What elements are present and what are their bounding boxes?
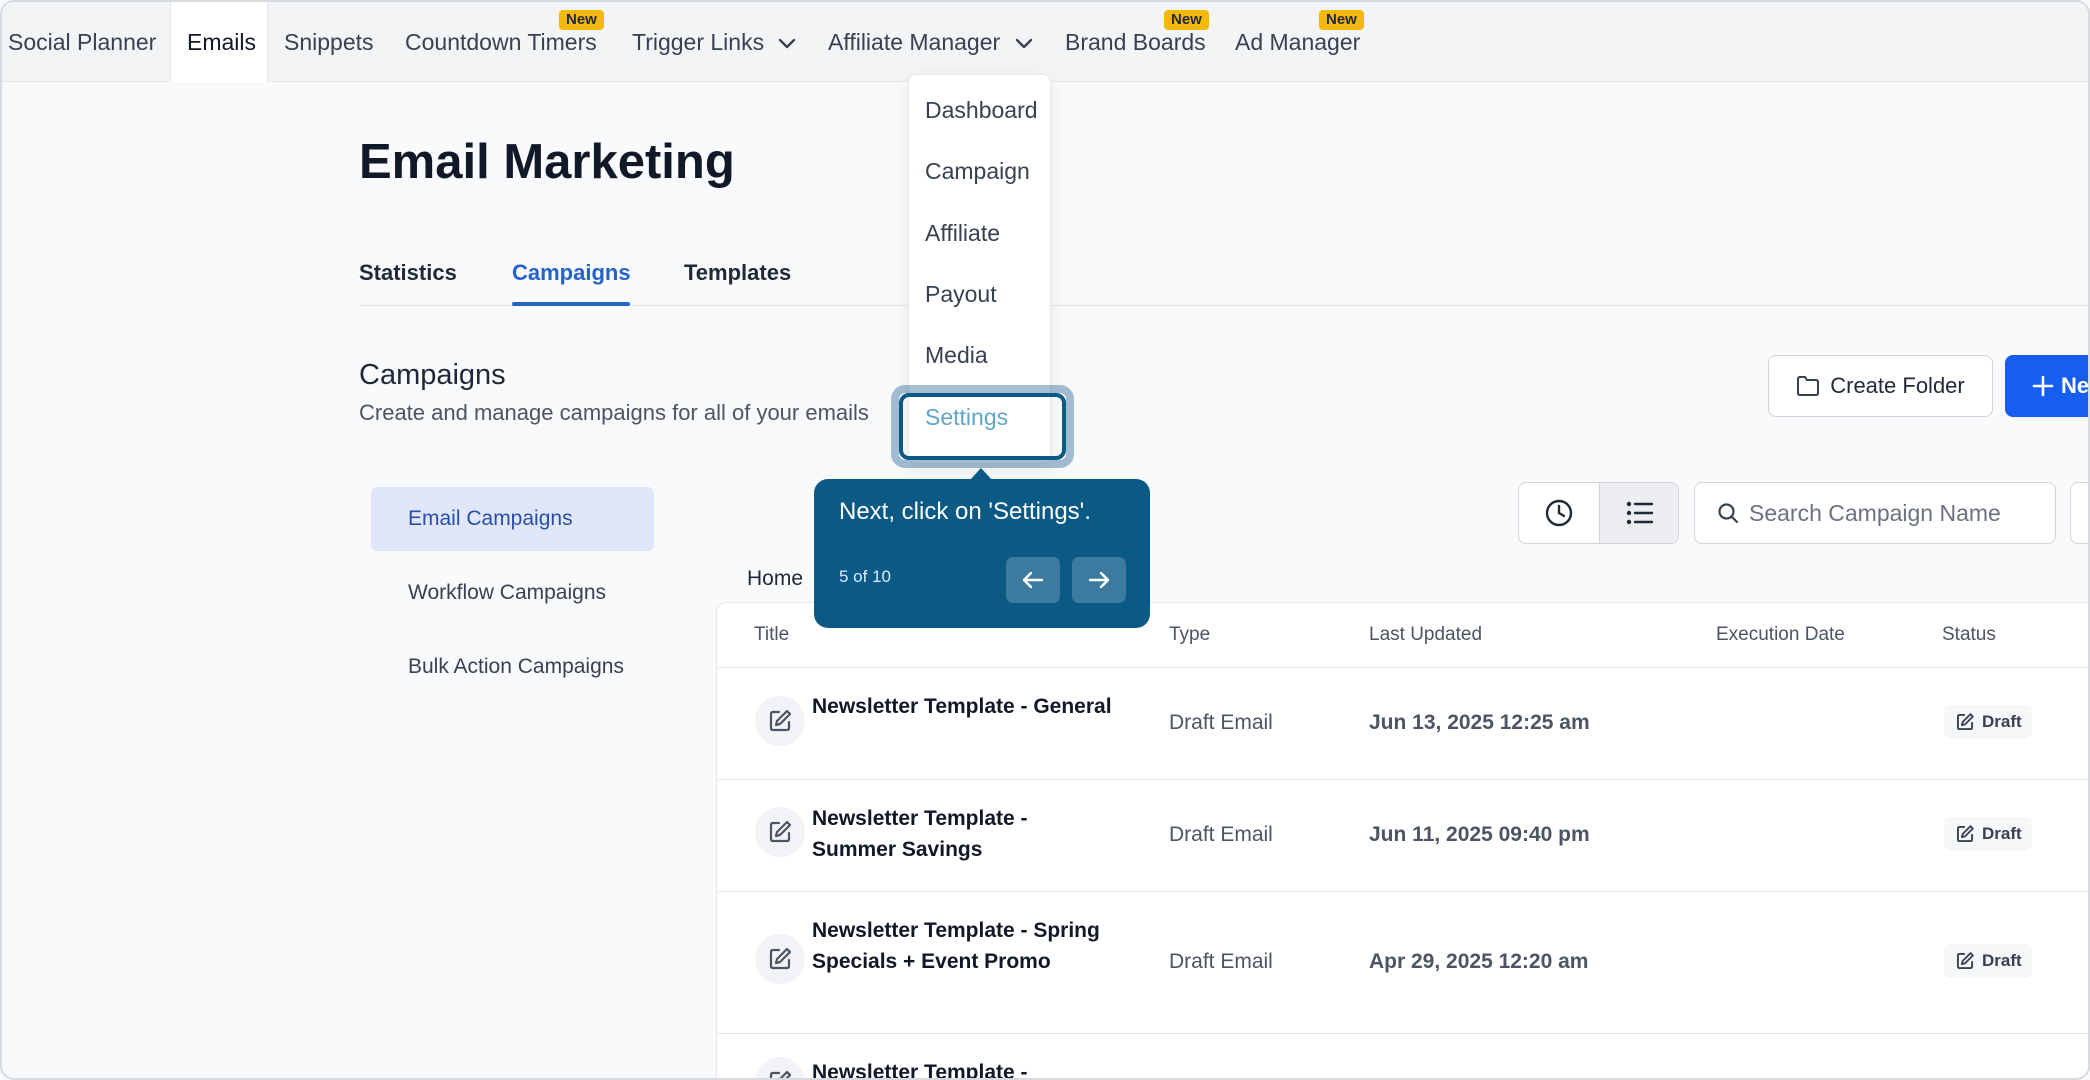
- edit-icon[interactable]: [755, 696, 805, 746]
- campaign-type: Draft Email: [1169, 823, 1273, 846]
- campaign-title[interactable]: Newsletter Template - Summer Savings: [812, 803, 1112, 865]
- status-badge: Draft: [1944, 944, 2032, 978]
- view-toggle: [1518, 482, 1679, 544]
- new-campaign-button[interactable]: Ne: [2005, 355, 2090, 417]
- tooltip-step-counter: 5 of 10: [839, 567, 891, 586]
- subnav-label: Email Campaigns: [408, 507, 573, 530]
- active-tab-indicator: [512, 302, 630, 306]
- nav-trigger-links[interactable]: Trigger Links: [632, 2, 796, 82]
- campaign-title[interactable]: Newsletter Template - Spring Specials + …: [812, 915, 1112, 977]
- campaign-type: Draft Email: [1169, 711, 1273, 734]
- tab-campaigns[interactable]: Campaigns: [512, 260, 631, 286]
- subnav-email-campaigns[interactable]: Email Campaigns: [371, 487, 654, 551]
- chevron-down-icon: [1015, 38, 1032, 49]
- highlight-box: [899, 393, 1066, 460]
- nav-affiliate-manager[interactable]: Affiliate Manager: [828, 2, 1033, 82]
- clock-icon: [1545, 499, 1573, 527]
- campaign-title[interactable]: Newsletter Template -: [812, 1057, 1112, 1078]
- arrow-right-icon: [1088, 571, 1110, 589]
- plus-icon: [2032, 375, 2054, 397]
- tab-templates[interactable]: Templates: [684, 260, 791, 286]
- campaign-last-updated: Jun 13, 2025 12:25 am: [1369, 711, 1590, 734]
- edit-icon: [1956, 713, 1974, 731]
- search-icon: [1718, 503, 1739, 524]
- column-header-title: Title: [754, 624, 790, 645]
- column-header-execution-date: Execution Date: [1716, 624, 1845, 645]
- chevron-down-icon: [779, 38, 796, 49]
- dropdown-item-affiliate[interactable]: Affiliate: [925, 220, 1000, 247]
- subnav-label: Bulk Action Campaigns: [408, 655, 624, 678]
- nav-snippets[interactable]: Snippets: [284, 2, 374, 82]
- status-badge: Draft: [1944, 705, 2032, 739]
- new-badge: New: [1164, 10, 1209, 30]
- list-icon: [1626, 501, 1653, 525]
- new-badge: New: [559, 10, 604, 30]
- campaign-type: Draft Email: [1169, 950, 1273, 973]
- app-frame: Social Planner Emails Snippets Countdown…: [0, 0, 2090, 1080]
- create-folder-label: Create Folder: [1830, 373, 1965, 398]
- tooltip-text: Next, click on 'Settings'.: [839, 498, 1091, 525]
- section-title: Campaigns: [359, 359, 506, 391]
- tab-statistics[interactable]: Statistics: [359, 260, 457, 286]
- status-label: Draft: [1982, 712, 2022, 731]
- status-label: Draft: [1982, 824, 2022, 843]
- section-subtitle: Create and manage campaigns for all of y…: [359, 400, 869, 425]
- subnav-workflow-campaigns[interactable]: Workflow Campaigns: [371, 561, 654, 625]
- dropdown-item-campaign[interactable]: Campaign: [925, 158, 1030, 185]
- subnav-bulk-action-campaigns[interactable]: Bulk Action Campaigns: [371, 635, 654, 699]
- search-box: [1694, 482, 2056, 544]
- divider: [717, 667, 2088, 668]
- new-badge: New: [1319, 10, 1364, 30]
- folder-icon: [1797, 376, 1820, 396]
- dropdown-item-dashboard[interactable]: Dashboard: [925, 97, 1038, 124]
- subnav-label: Workflow Campaigns: [408, 581, 607, 604]
- edit-icon[interactable]: [755, 934, 805, 984]
- column-header-status: Status: [1942, 624, 1996, 645]
- search-input[interactable]: [1749, 499, 2039, 527]
- arrow-left-icon: [1022, 571, 1044, 589]
- page-title: Email Marketing: [359, 135, 735, 189]
- nav-trigger-links-label: Trigger Links: [632, 29, 765, 55]
- divider: [717, 1033, 2088, 1034]
- nav-emails[interactable]: Emails: [170, 2, 268, 82]
- dropdown-item-media[interactable]: Media: [925, 342, 988, 369]
- new-campaign-label: Ne: [2061, 373, 2090, 398]
- guide-tooltip: Next, click on 'Settings'. 5 of 10: [814, 479, 1150, 628]
- campaign-last-updated: Apr 29, 2025 12:20 am: [1369, 950, 1589, 973]
- campaign-last-updated: Jun 11, 2025 09:40 pm: [1369, 823, 1590, 846]
- tooltip-prev-button[interactable]: [1006, 557, 1060, 603]
- column-header-type: Type: [1169, 624, 1211, 645]
- filter-button[interactable]: [2070, 482, 2088, 544]
- nav-affiliate-manager-label: Affiliate Manager: [828, 29, 1001, 55]
- campaign-title[interactable]: Newsletter Template - General: [812, 691, 1112, 722]
- list-view-button[interactable]: [1599, 483, 1678, 543]
- breadcrumb[interactable]: Home: [747, 567, 803, 591]
- divider: [717, 779, 2088, 780]
- status-label: Draft: [1982, 951, 2022, 970]
- edit-icon[interactable]: [755, 807, 805, 857]
- nav-social-planner[interactable]: Social Planner: [8, 2, 156, 82]
- top-nav: Social Planner Emails Snippets Countdown…: [2, 2, 2088, 82]
- status-badge: Draft: [1944, 817, 2032, 851]
- edit-icon: [1956, 952, 1974, 970]
- dropdown-item-payout[interactable]: Payout: [925, 281, 997, 308]
- history-view-button[interactable]: [1519, 483, 1599, 543]
- divider: [717, 891, 2088, 892]
- edit-icon: [1956, 825, 1974, 843]
- tooltip-next-button[interactable]: [1072, 557, 1126, 603]
- column-header-last-updated: Last Updated: [1369, 624, 1483, 645]
- create-folder-button[interactable]: Create Folder: [1768, 355, 1993, 417]
